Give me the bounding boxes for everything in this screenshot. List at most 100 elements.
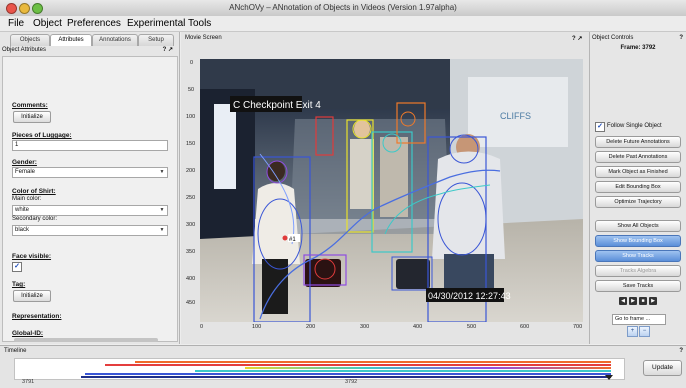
edit-bounding-box-button[interactable]: Edit Bounding Box: [595, 181, 681, 193]
x-tick-label: 700: [573, 324, 583, 330]
x-tick-label: 100: [252, 324, 262, 330]
show-tracks-button[interactable]: Show Tracks: [595, 250, 681, 262]
prev-frame-button[interactable]: ◀: [619, 297, 627, 305]
panel-help-icons[interactable]: ? ↗: [163, 46, 173, 54]
horizontal-scrollbar[interactable]: [14, 338, 158, 342]
timeline-help-icon[interactable]: ?: [679, 348, 683, 354]
go-to-frame-input[interactable]: Go to frame ...: [612, 314, 666, 325]
y-tick-label: 50: [188, 87, 195, 93]
y-tick-label: 100: [186, 114, 196, 120]
timeline-panel: Timeline ? 3791 3792 Update: [0, 345, 686, 388]
menu-preferences[interactable]: Preferences: [67, 18, 121, 29]
representation-label: Representation:: [12, 313, 62, 320]
play-button[interactable]: ▶: [629, 297, 637, 305]
show-all-objects-button[interactable]: Show All Objects: [595, 220, 681, 232]
stop-button[interactable]: ■: [639, 297, 647, 305]
panel-title: Object Attributes ? ↗: [2, 46, 176, 54]
object-1-anchor: [282, 235, 288, 241]
person-right-body: [432, 151, 505, 259]
x-tick-label: 500: [467, 324, 477, 330]
checkpoint-sign: C Checkpoint Exit 4: [233, 100, 321, 111]
movie-screen-title: Movie Screen: [185, 35, 222, 41]
frame-counter: Frame: 3792: [620, 45, 656, 51]
luggage-input[interactable]: 1: [12, 140, 168, 151]
face-visible-label: Face visible:: [12, 253, 52, 260]
y-tick-label: 150: [186, 141, 196, 147]
shirt-color-label: Color of Shirt:: [12, 188, 56, 195]
timeline-title: Timeline: [4, 348, 27, 354]
ad-panel: [214, 104, 236, 189]
track-bar-cyan: [195, 370, 611, 372]
object-attributes-title: Object Attributes: [2, 47, 47, 53]
tag-initialize-button[interactable]: Initialize: [13, 290, 51, 302]
tab-objects[interactable]: Objects: [10, 34, 50, 46]
left-panel: Objects Attributes Annotations Setup Obj…: [0, 32, 180, 344]
wall-sign: CLIFFS: [500, 111, 531, 121]
secondary-color-label: Secondary color:: [12, 216, 58, 222]
timestamp: 04/30/2012 12:27:43: [428, 291, 511, 301]
x-tick-label: 300: [360, 324, 370, 330]
comments-initialize-button[interactable]: Initialize: [13, 111, 51, 123]
main-color-select[interactable]: white ▼: [12, 205, 168, 216]
y-tick-label: 0: [190, 60, 194, 66]
y-tick-label: 350: [186, 249, 196, 255]
object-controls-panel: Object Controls ? Frame: 3792 ✓ Follow S…: [590, 32, 686, 344]
gender-select[interactable]: Female ▼: [12, 167, 168, 178]
chevron-down-icon: ▼: [159, 227, 165, 233]
y-tick-label: 450: [186, 300, 196, 306]
attributes-form: Comments: Initialize Pieces of Luggage: …: [2, 56, 178, 342]
delete-past-annotations-button[interactable]: Delete Past Annotations: [595, 151, 681, 163]
track-bar-orange: [135, 361, 611, 363]
timeline-start-label: 3791: [22, 379, 35, 385]
menu-file[interactable]: File: [8, 18, 24, 29]
gender-value: Female: [15, 169, 36, 175]
y-tick-label: 200: [186, 168, 196, 174]
global-id-label: Global-ID:: [12, 330, 44, 337]
x-tick-label: 400: [413, 324, 423, 330]
tab-annotations[interactable]: Annotations: [92, 34, 138, 46]
zoom-in-icon[interactable]: +: [627, 326, 638, 337]
x-tick-label: 0: [200, 324, 204, 330]
menu-bar: File Object Preferences Experimental Too…: [0, 16, 686, 32]
main-color-label: Main color:: [12, 196, 42, 202]
tab-attributes[interactable]: Attributes: [50, 34, 92, 46]
show-bounding-box-button[interactable]: Show Bounding Box: [595, 235, 681, 247]
follow-checkbox[interactable]: ✓: [595, 122, 605, 132]
secondary-color-value: black: [15, 227, 30, 233]
video-frame[interactable]: CLIFFS C Checkpoint Exit 4 #1 04/30/2012…: [200, 59, 583, 322]
menu-object[interactable]: Object: [33, 18, 62, 29]
delete-future-annotations-button[interactable]: Delete Future Annotations: [595, 136, 681, 148]
optimize-trajectory-button[interactable]: Optimize Trajectory: [595, 196, 681, 208]
zoom-out-icon[interactable]: −: [639, 326, 650, 337]
luggage-label: Pieces of Luggage:: [12, 132, 72, 139]
y-tick-label: 400: [186, 276, 196, 282]
face-visible-checkbox[interactable]: ✓: [12, 262, 22, 272]
tracks-algebra-button: Tracks Algebra: [595, 265, 681, 277]
timeline-track[interactable]: [14, 358, 625, 380]
track-bar-rainbow: [245, 367, 611, 369]
y-tick-label: 300: [186, 222, 196, 228]
follow-label: Follow Single Object: [607, 123, 662, 129]
title-bar: ANchOVy – ANnotation of Objects in Video…: [0, 0, 686, 17]
tab-setup[interactable]: Setup: [138, 34, 174, 46]
timeline-playhead[interactable]: [605, 375, 613, 380]
update-button[interactable]: Update: [643, 360, 682, 376]
tag-label: Tag:: [12, 281, 26, 288]
chevron-down-icon: ▼: [159, 169, 165, 175]
window-title: ANchOVy – ANnotation of Objects in Video…: [229, 3, 457, 12]
movie-help-icons[interactable]: ? ↗: [572, 35, 582, 42]
next-frame-button[interactable]: ▶: [649, 297, 657, 305]
y-tick-label: 250: [186, 195, 196, 201]
mark-finished-button[interactable]: Mark Object as Finished: [595, 166, 681, 178]
comments-label: Comments:: [12, 102, 48, 109]
menu-experimental-tools[interactable]: Experimental Tools: [127, 18, 211, 29]
secondary-color-select[interactable]: black ▼: [12, 225, 168, 236]
object-1-label: #1: [289, 237, 296, 243]
controls-help-icon[interactable]: ?: [679, 35, 683, 41]
gender-label: Gender:: [12, 159, 37, 166]
chevron-down-icon: ▼: [159, 207, 165, 213]
x-tick-label: 600: [520, 324, 530, 330]
save-tracks-button[interactable]: Save Tracks: [595, 280, 681, 292]
person-mid-body: [350, 139, 374, 209]
follow-single-object[interactable]: ✓ Follow Single Object: [595, 122, 685, 132]
